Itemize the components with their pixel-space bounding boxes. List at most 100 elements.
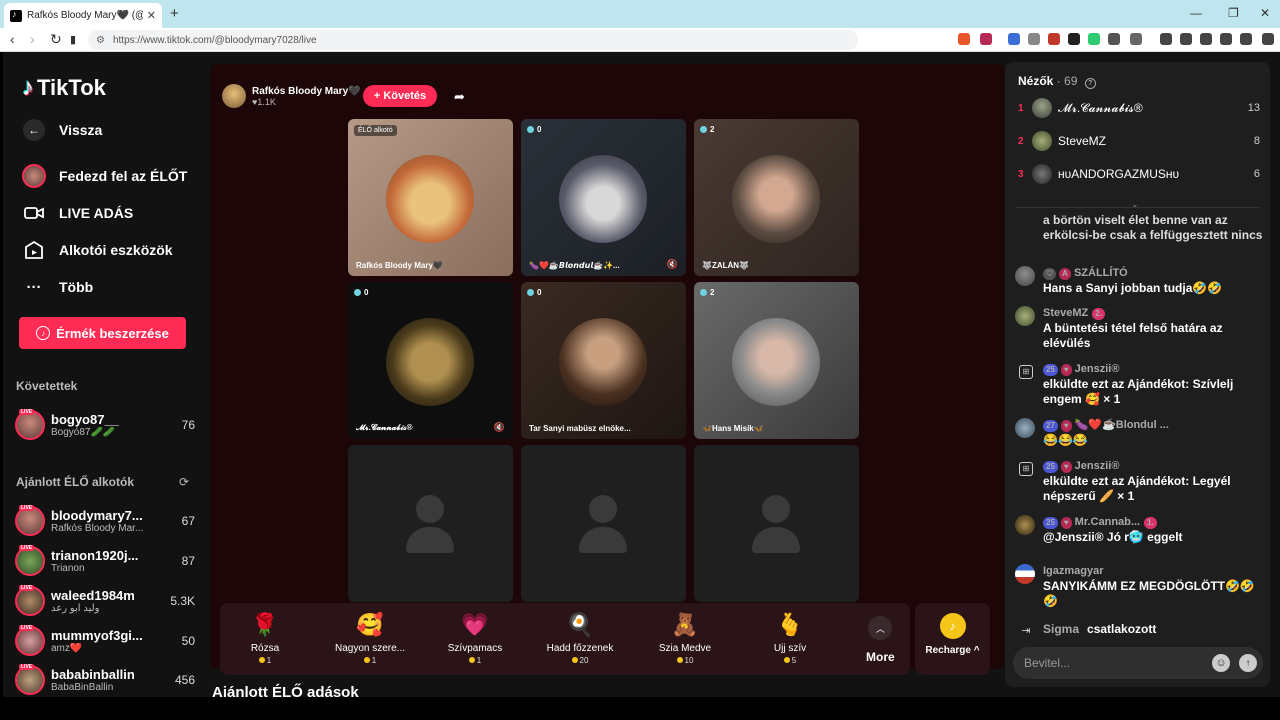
forward-icon[interactable]: › <box>30 31 35 47</box>
top-viewer-row[interactable]: 1 𝓜𝓻.𝓒𝓪𝓷𝓷𝓪𝓫𝓲𝓼® 13 <box>1018 97 1260 119</box>
guest-cell[interactable]: 0 𝓜𝓻.𝓒𝓪𝓷𝓷𝓪𝓫𝓲𝓼® 🔇 <box>348 282 513 439</box>
nav-more-label: Több <box>59 279 94 295</box>
reload-icon[interactable]: ↻ <box>50 31 62 48</box>
host-cell[interactable]: ÉLŐ alkotó Rafkós Bloody Mary🖤 <box>348 119 513 276</box>
extension-icon[interactable] <box>1088 33 1100 45</box>
browser-tab[interactable]: Rafkós Bloody Mary🖤 (@bl ✕ <box>4 3 162 28</box>
share-icon[interactable]: ➦ <box>454 89 465 105</box>
chat-gift-message: ⊞ 25 ♥ Jenszii® elküldte ezt az Ajándékot:… <box>1013 362 1263 407</box>
gift-item[interactable]: 🥰 Nagyon szere... 1 <box>325 609 415 665</box>
get-coins-button[interactable]: ♪ Érmék beszerzése <box>19 317 186 349</box>
minimize-icon[interactable]: — <box>1190 6 1202 20</box>
live-stream-area: Rafkós Bloody Mary🖤 ♥1.1K + Követés ➦ ÉL… <box>210 52 1005 697</box>
tiktok-logo[interactable]: ♪ TikTok <box>22 74 106 102</box>
extension-icon[interactable] <box>980 33 992 45</box>
guest-cell[interactable]: 0 Tar Sanyi mabüsz elnöke... <box>521 282 686 439</box>
guest-score: 0 <box>537 125 542 134</box>
new-tab-icon[interactable]: + <box>170 5 179 22</box>
guest-cell[interactable]: 0 🍆❤️☕𝘽𝙡𝙤𝙣𝙙𝙪𝙡☕✨... 🔇 <box>521 119 686 276</box>
top-viewer-row[interactable]: 3 ʜᴜANDORGAZMUSʜᴜ 6 <box>1018 163 1260 185</box>
recommended-account[interactable]: LIVE bloodymary7... Rafkós Bloody Mar... … <box>15 503 195 539</box>
chat-username[interactable]: Sigma <box>1043 622 1079 637</box>
recharge-button[interactable]: ♪ Recharge ^ <box>915 603 990 675</box>
browser-tab-bar: Rafkós Bloody Mary🖤 (@bl ✕ + — ❐ ✕ <box>0 0 1280 28</box>
extension-icon[interactable] <box>1028 33 1040 45</box>
translate-icon[interactable] <box>1008 33 1020 45</box>
account-nickname: وليد ابو رعد <box>51 603 100 614</box>
refresh-icon[interactable]: ⟳ <box>179 475 189 489</box>
more-dots-icon: ··· <box>26 278 42 296</box>
gift-item[interactable]: 🌹 Rózsa 1 <box>220 609 310 665</box>
gift-icon: ⊞ <box>1019 365 1033 379</box>
recommended-account[interactable]: LIVE bababinballin BabaBinBallin 456 <box>15 662 195 697</box>
tab-title: Rafkós Bloody Mary🖤 (@bl <box>27 10 143 21</box>
send-icon[interactable]: ↑ <box>1239 654 1257 672</box>
empty-seat[interactable] <box>348 445 513 602</box>
recommended-account[interactable]: LIVE mummyof3gi... amz❤️ 50 <box>15 623 195 659</box>
nav-live[interactable]: LIVE ADÁS <box>22 201 133 225</box>
chat-username[interactable]: SteveMZ <box>1043 306 1088 321</box>
gift-item[interactable]: 💗 Szívpamacs 1 <box>430 609 520 665</box>
chat-username[interactable]: Jenszii® <box>1075 459 1120 474</box>
gift-item[interactable]: 🧸 Szia Medve 10 <box>640 609 730 665</box>
maximize-icon[interactable]: ❐ <box>1228 6 1239 20</box>
extension-icon[interactable] <box>1068 33 1080 45</box>
emoji-icon[interactable]: ☺ <box>1212 654 1230 672</box>
recommended-account[interactable]: LIVE waleed1984m وليد ابو رعد 5.3K <box>15 583 195 619</box>
avatar: LIVE <box>15 545 45 576</box>
extension-icon[interactable] <box>1108 33 1120 45</box>
chat-input[interactable] <box>1024 656 1212 670</box>
following-account[interactable]: LIVE bogyo87__ Bogyó87🥒🥒 76 <box>15 407 195 443</box>
empty-seat-person-icon <box>589 495 617 523</box>
account-name: waleed1984m <box>51 588 135 603</box>
window-close-icon[interactable]: ✕ <box>1260 6 1270 20</box>
guest-name: 🍆❤️☕𝘽𝙡𝙤𝙣𝙙𝙪𝙡☕✨... <box>529 261 620 270</box>
chat-username[interactable]: 🍆❤️☕Blondul ... <box>1075 418 1169 433</box>
empty-seat[interactable] <box>521 445 686 602</box>
help-icon[interactable]: ? <box>1084 78 1096 89</box>
menu-icon[interactable] <box>1262 33 1274 45</box>
stream-stage: Rafkós Bloody Mary🖤 ♥1.1K + Követés ➦ ÉL… <box>210 64 1005 675</box>
host-header[interactable]: Rafkós Bloody Mary🖤 ♥1.1K <box>222 84 361 108</box>
extension-icon[interactable] <box>1130 33 1142 45</box>
chat-username[interactable]: Igazmagyar <box>1043 564 1104 579</box>
url-field[interactable]: ⚙ https://www.tiktok.com/@bloodymary7028… <box>88 30 858 50</box>
guest-cell[interactable]: 2 🦋Hans Misik🦋 <box>694 282 859 439</box>
close-tab-icon[interactable]: ✕ <box>147 9 156 22</box>
chat-username[interactable]: Mr.Cannab... <box>1075 515 1140 530</box>
guest-name: 🐺ZALÁN🐺 <box>702 261 750 270</box>
chat-username[interactable]: Jenszii® <box>1075 362 1120 377</box>
url-text: https://www.tiktok.com/@bloodymary7028/l… <box>112 34 317 46</box>
avatar <box>1032 98 1052 118</box>
nav-more[interactable]: ··· Több <box>22 275 94 299</box>
extension-icon[interactable] <box>1048 33 1060 45</box>
top-viewer-row[interactable]: 2 SteveMZ 8 <box>1018 130 1260 152</box>
avatar <box>1032 131 1052 151</box>
chat-username[interactable]: SZÁLLÍTÓ <box>1074 266 1128 281</box>
gift-item[interactable]: 🫰 Ujj szív 5 <box>745 609 835 665</box>
nav-live-label: LIVE ADÁS <box>59 205 134 221</box>
back-icon[interactable]: ‹ <box>10 31 15 47</box>
gift-icon: ⊞ <box>1019 462 1033 476</box>
follow-button[interactable]: + Követés <box>363 85 437 107</box>
brave-shield-icon[interactable] <box>958 33 970 45</box>
guest-score: 2 <box>710 288 715 297</box>
more-gifts-button[interactable]: ︿ More <box>866 616 895 664</box>
nav-explore-live[interactable]: Fedezd fel az ÉLŐT <box>22 164 187 188</box>
nav-back[interactable]: ← Vissza <box>22 118 102 142</box>
guest-cell[interactable]: 2 🐺ZALÁN🐺 <box>694 119 859 276</box>
site-info-icon[interactable]: ⚙ <box>96 35 105 46</box>
downloads-icon[interactable] <box>1220 33 1232 45</box>
wallet-icon[interactable] <box>1200 33 1212 45</box>
host-avatar[interactable] <box>222 84 246 108</box>
media-icon[interactable] <box>1160 33 1172 45</box>
bookmark-icon[interactable]: ▮ <box>70 33 76 46</box>
gift-item[interactable]: 🍳 Hadd főzzenek 20 <box>535 609 625 665</box>
sidebar-icon[interactable] <box>1180 33 1192 45</box>
recommended-account[interactable]: LIVE trianon1920j... Trianon 87 <box>15 543 195 579</box>
chevron-down-icon[interactable]: ⌄ <box>1131 199 1139 210</box>
empty-seat[interactable] <box>694 445 859 602</box>
account-name: bloodymary7... <box>51 508 143 523</box>
nav-creator-tools[interactable]: Alkotói eszközök <box>22 238 173 262</box>
vpn-icon[interactable] <box>1240 33 1252 45</box>
